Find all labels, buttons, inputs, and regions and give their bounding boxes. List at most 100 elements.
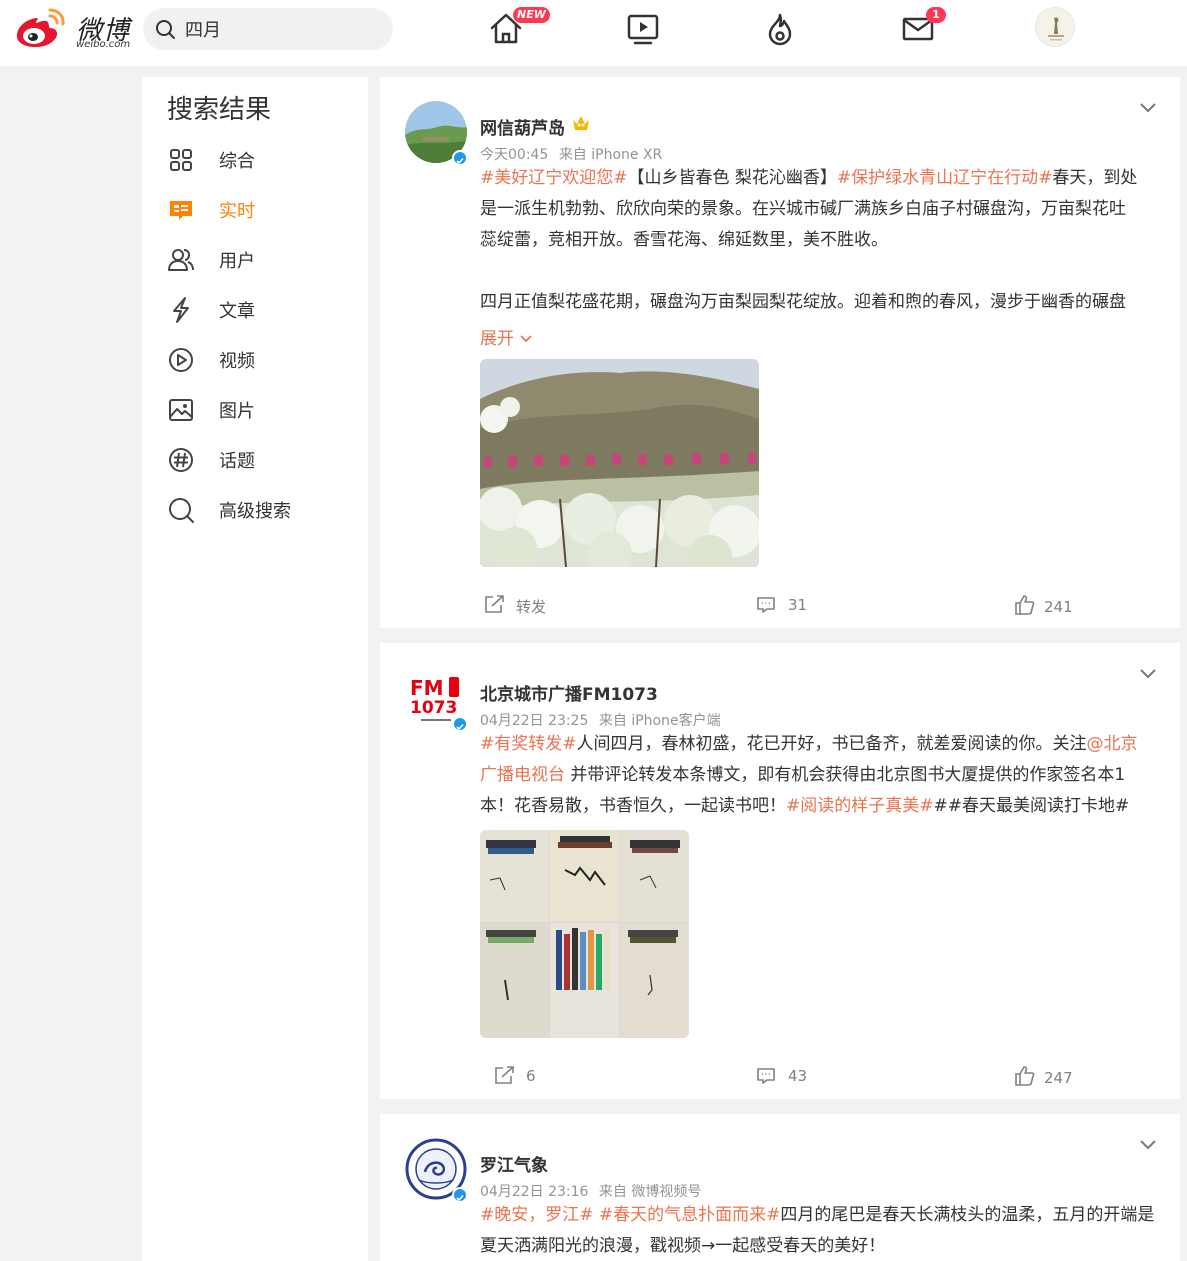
sidebar-item-articles[interactable]: 文章	[166, 291, 346, 327]
sidebar-item-comprehensive[interactable]: 综合	[166, 141, 346, 177]
post-source: 来自 iPhone XR	[558, 147, 663, 163]
post-meta: 04月22日 23:25 来自 iPhone客户端	[480, 710, 721, 730]
sidebar-item-label: 图片	[219, 401, 255, 422]
thumbs-up-icon	[1015, 595, 1035, 615]
sidebar-item-label: 文章	[219, 301, 255, 322]
user-avatar[interactable]	[1035, 7, 1075, 47]
weibo-eye-icon	[16, 8, 65, 48]
users-icon	[168, 249, 194, 271]
sidebar-item-topics[interactable]: 话题	[166, 441, 346, 477]
chevron-down-icon[interactable]	[1138, 666, 1158, 680]
topic-tag-link[interactable]: #有奖转发#	[480, 734, 577, 754]
verified-icon	[452, 150, 468, 166]
author-name[interactable]: 网信葫芦岛	[480, 114, 565, 139]
post-text-segment: ##春天最美阅读打卡地#	[933, 796, 1130, 816]
lightning-icon	[173, 297, 189, 323]
thumbs-up-icon	[1015, 1066, 1035, 1086]
post-text-segment: 本！花香易散，书香恒久，一起读书吧！	[480, 796, 786, 816]
topic-tag-link[interactable]: #阅读的样子真美#	[786, 796, 934, 816]
pear-blossom-hill-image	[480, 359, 759, 567]
comment-count: 31	[788, 596, 808, 614]
repost-icon	[485, 595, 504, 613]
search-icon	[169, 498, 194, 523]
post-text-line: 夏天洒满阳光的浪漫，戳视频→一起感受春天的美好！	[480, 1236, 886, 1256]
topic-tag-link[interactable]: #春天的气息扑面而来#	[599, 1205, 781, 1225]
post-text: #晚安，罗江# #春天的气息扑面而来#四月的尾巴是春天长满枝头的温柔，五月的开端…	[480, 1200, 1158, 1261]
post-time[interactable]: 04月22日 23:16	[480, 1184, 588, 1200]
post-source: 来自 微博视频号	[598, 1184, 702, 1200]
sidebar-item-label: 实时	[219, 201, 255, 222]
fm-logo-number: 1073	[410, 698, 457, 718]
expand-label: 展开	[480, 329, 514, 349]
post-text-line: #有奖转发#人间四月，春林初盛，花已开好，书已备齐，就差爱阅读的你。关注@北京	[480, 729, 1158, 760]
sidebar-item-videos[interactable]: 视频	[166, 341, 346, 377]
chevron-down-icon[interactable]	[1138, 1137, 1158, 1151]
author-name[interactable]: 罗江气象	[480, 1151, 548, 1176]
topic-tag-link[interactable]: #晚安，罗江#	[480, 1205, 594, 1225]
verified-icon	[452, 716, 468, 732]
hot-fire-icon[interactable]	[762, 12, 798, 46]
post-image[interactable]	[480, 359, 759, 567]
search-icon	[156, 20, 175, 39]
post-text-line: #晚安，罗江# #春天的气息扑面而来#四月的尾巴是春天长满枝头的温柔，五月的开端…	[480, 1200, 1158, 1231]
repost-label: 转发	[516, 598, 547, 616]
verified-icon	[452, 1187, 468, 1203]
post-meta: 今天00:45 来自 iPhone XR	[480, 144, 662, 164]
post-text-segment: 【山乡皆春色 梨花沁幽香】	[627, 168, 837, 188]
post-card: 网信葫芦岛 今天00:45 来自 iPhone XR #美好辽宁欢迎您#【山乡皆…	[380, 77, 1180, 628]
comment-icon	[757, 597, 775, 613]
post-text-spacer	[480, 256, 1158, 287]
repost-count: 6	[526, 1067, 536, 1085]
post-time[interactable]: 04月22日 23:25	[480, 713, 588, 729]
post-text-line: 本！花香易散，书香恒久，一起读书吧！#阅读的样子真美###春天最美阅读打卡地#	[480, 791, 1158, 822]
hashtag-icon	[169, 448, 193, 472]
topic-tag-link[interactable]: #保护绿水青山辽宁在行动#	[837, 168, 1053, 188]
post-text: #美好辽宁欢迎您#【山乡皆春色 梨花沁幽香】#保护绿水青山辽宁在行动#春天，到处…	[480, 163, 1158, 318]
post-time[interactable]: 今天00:45	[480, 147, 548, 163]
video-icon[interactable]	[625, 12, 661, 46]
sidebar-item-label: 话题	[219, 451, 255, 472]
logo-subtext: weibo.com	[76, 39, 131, 50]
like-count: 241	[1044, 598, 1073, 616]
mention-link[interactable]: 广播电视台	[480, 765, 565, 785]
post-card: 罗江气象 04月22日 23:16 来自 微博视频号 #晚安，罗江# #春天的气…	[380, 1114, 1180, 1261]
new-badge: NEW	[513, 7, 550, 23]
post-text-segment: 春天，到处	[1052, 168, 1138, 188]
post-image[interactable]	[480, 830, 689, 1038]
post-text-line: 蕊绽蕾，竞相开放。香雪花海、绵延数里，美不胜收。	[480, 230, 888, 250]
author-name[interactable]: 北京城市广播FM1073	[480, 680, 658, 705]
user-avatar-image	[1036, 8, 1074, 46]
search-box[interactable]	[143, 8, 393, 50]
post-text-segment: 四月的尾巴是春天长满枝头的温柔，五月的开端是	[780, 1205, 1155, 1225]
topic-tag-link[interactable]: #美好辽宁欢迎您#	[480, 168, 628, 188]
mention-link[interactable]: @北京	[1087, 734, 1138, 754]
post-source: 来自 iPhone客户端	[598, 713, 721, 729]
chevron-down-icon[interactable]	[1138, 100, 1158, 114]
sidebar-item-advanced-search[interactable]: 高级搜索	[166, 491, 346, 527]
weibo-logo[interactable]: 微博 weibo.com	[14, 6, 130, 50]
realtime-icon	[170, 201, 192, 220]
sidebar-item-label: 用户	[219, 251, 255, 272]
sidebar-item-realtime[interactable]: 实时	[166, 191, 346, 227]
sidebar: 搜索结果 综合 实时 用户 文章 视频 图片 话题 高级搜索	[142, 77, 368, 1261]
image-icon	[169, 399, 193, 421]
post-text-segment: 人间四月，春林初盛，花已开好，书已备齐，就差爱阅读的你。关注	[576, 734, 1087, 754]
top-header: 微博 weibo.com NEW 1	[0, 0, 1187, 66]
post-text-line: 四月正值梨花盛花期，碾盘沟万亩梨园梨花绽放。迎着和煦的春风，漫步于幽香的碾盘	[480, 292, 1126, 312]
message-count-badge: 1	[926, 7, 946, 23]
sidebar-item-label: 综合	[219, 151, 255, 172]
post-text-line: #美好辽宁欢迎您#【山乡皆春色 梨花沁幽香】#保护绿水青山辽宁在行动#春天，到处	[480, 163, 1158, 194]
post-card: FM 1073 北京城市广播FM1073 04月22日 23:25 来自 iPh…	[380, 643, 1180, 1099]
post-text-line: 是一派生机勃勃、欣欣向荣的景象。在兴城市碱厂满族乡白庙子村碾盘沟，万亩梨花吐	[480, 199, 1126, 219]
sidebar-item-label: 高级搜索	[219, 501, 291, 522]
sidebar-title: 搜索结果	[167, 95, 272, 125]
expand-link[interactable]: 展开	[480, 324, 533, 349]
chevron-down-icon	[520, 335, 533, 343]
sidebar-item-users[interactable]: 用户	[166, 241, 346, 277]
member-crown-icon	[573, 116, 589, 130]
comment-icon	[757, 1068, 775, 1084]
sidebar-item-images[interactable]: 图片	[166, 391, 346, 427]
post-text-segment: 并带评论转发本条博文，即有机会获得由北京图书大厦提供的作家签名本1	[570, 765, 1126, 785]
search-input[interactable]	[185, 16, 375, 42]
comment-count: 43	[788, 1067, 808, 1085]
